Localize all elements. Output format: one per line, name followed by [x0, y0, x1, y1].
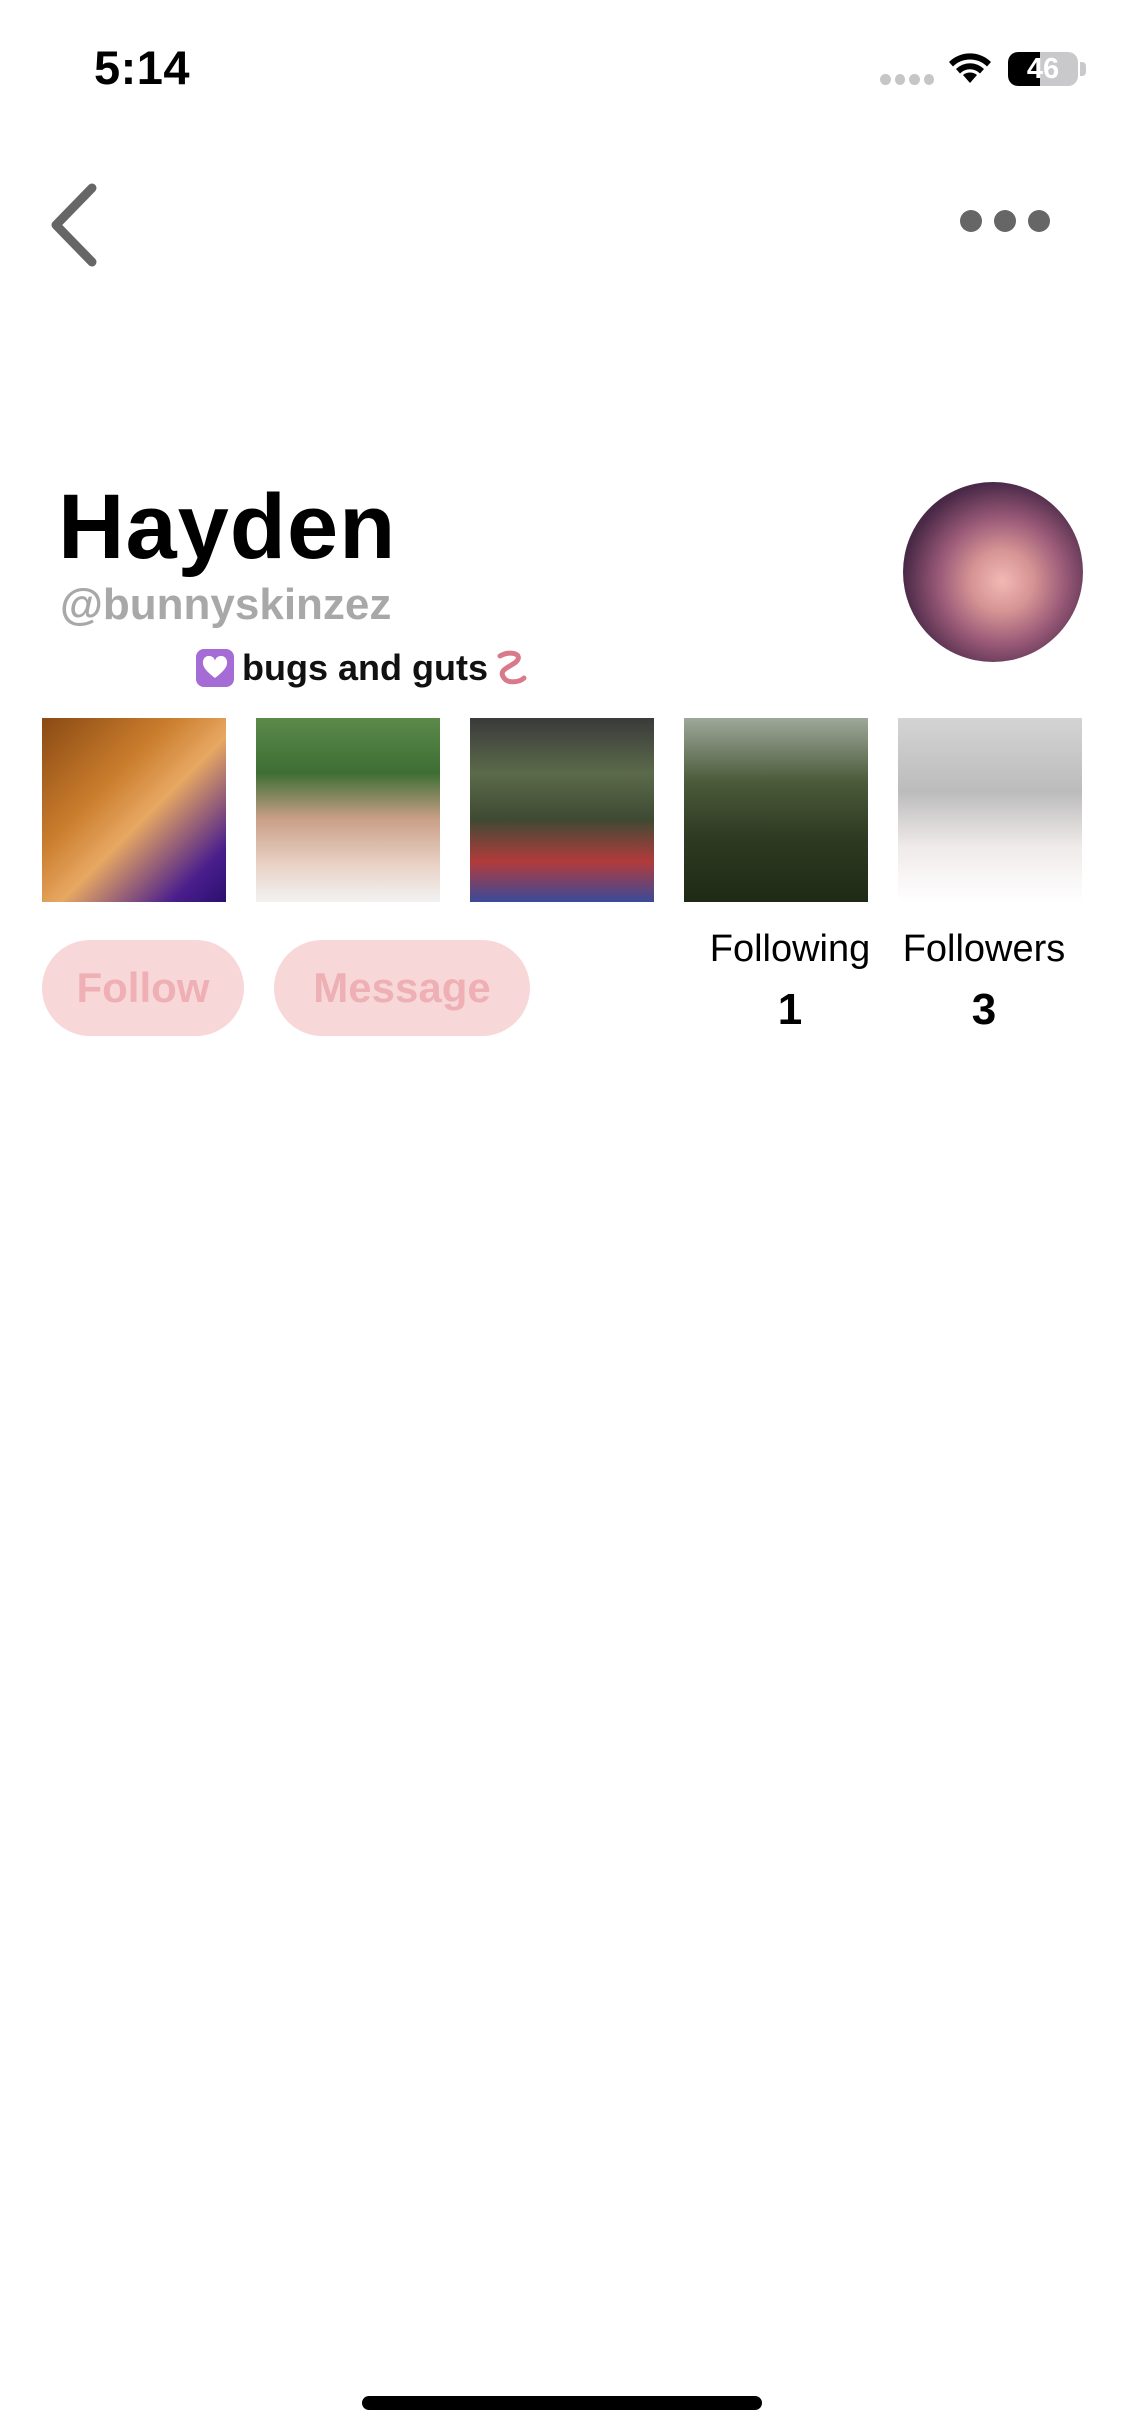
username: @bunnyskinzez [60, 580, 392, 629]
display-name: Hayden [58, 476, 397, 578]
photo-thumbnail[interactable] [898, 718, 1082, 902]
bio: bugs and guts [196, 643, 530, 693]
back-button[interactable] [44, 180, 104, 270]
battery-cap [1080, 62, 1086, 76]
followers-count: 3 [971, 985, 997, 1034]
followers-label: Followers [902, 928, 1066, 970]
home-indicator [362, 2396, 762, 2410]
more-dot [1028, 210, 1050, 232]
photo-thumbnail[interactable] [256, 718, 440, 902]
bio-text: bugs and guts [242, 647, 488, 688]
photo-strip [42, 718, 1083, 902]
worm-emoji-icon [497, 650, 527, 685]
signal-dots-icon [880, 74, 934, 86]
chevron-left-icon [51, 183, 97, 267]
more-dot [994, 210, 1016, 232]
heart-emoji-icon [196, 649, 234, 687]
status-time: 5:14 [94, 41, 191, 94]
more-button[interactable] [960, 200, 1050, 242]
avatar[interactable] [903, 482, 1083, 662]
following-count: 1 [777, 985, 803, 1034]
more-dot [960, 210, 982, 232]
photo-thumbnail[interactable] [684, 718, 868, 902]
photo-thumbnail[interactable] [470, 718, 654, 902]
status-bar: 5:14 46 [0, 0, 1125, 140]
followers-stat[interactable]: Followers 3 [890, 928, 1078, 1035]
message-button[interactable]: Message [274, 940, 530, 1036]
battery-icon: 46 [1008, 52, 1078, 86]
following-stat[interactable]: Following 1 [700, 928, 880, 1035]
battery-level: 46 [1026, 52, 1060, 85]
following-label: Following [709, 928, 871, 970]
follow-button[interactable]: Follow [42, 940, 244, 1036]
wifi-icon [949, 53, 991, 83]
photo-thumbnail[interactable] [42, 718, 226, 902]
